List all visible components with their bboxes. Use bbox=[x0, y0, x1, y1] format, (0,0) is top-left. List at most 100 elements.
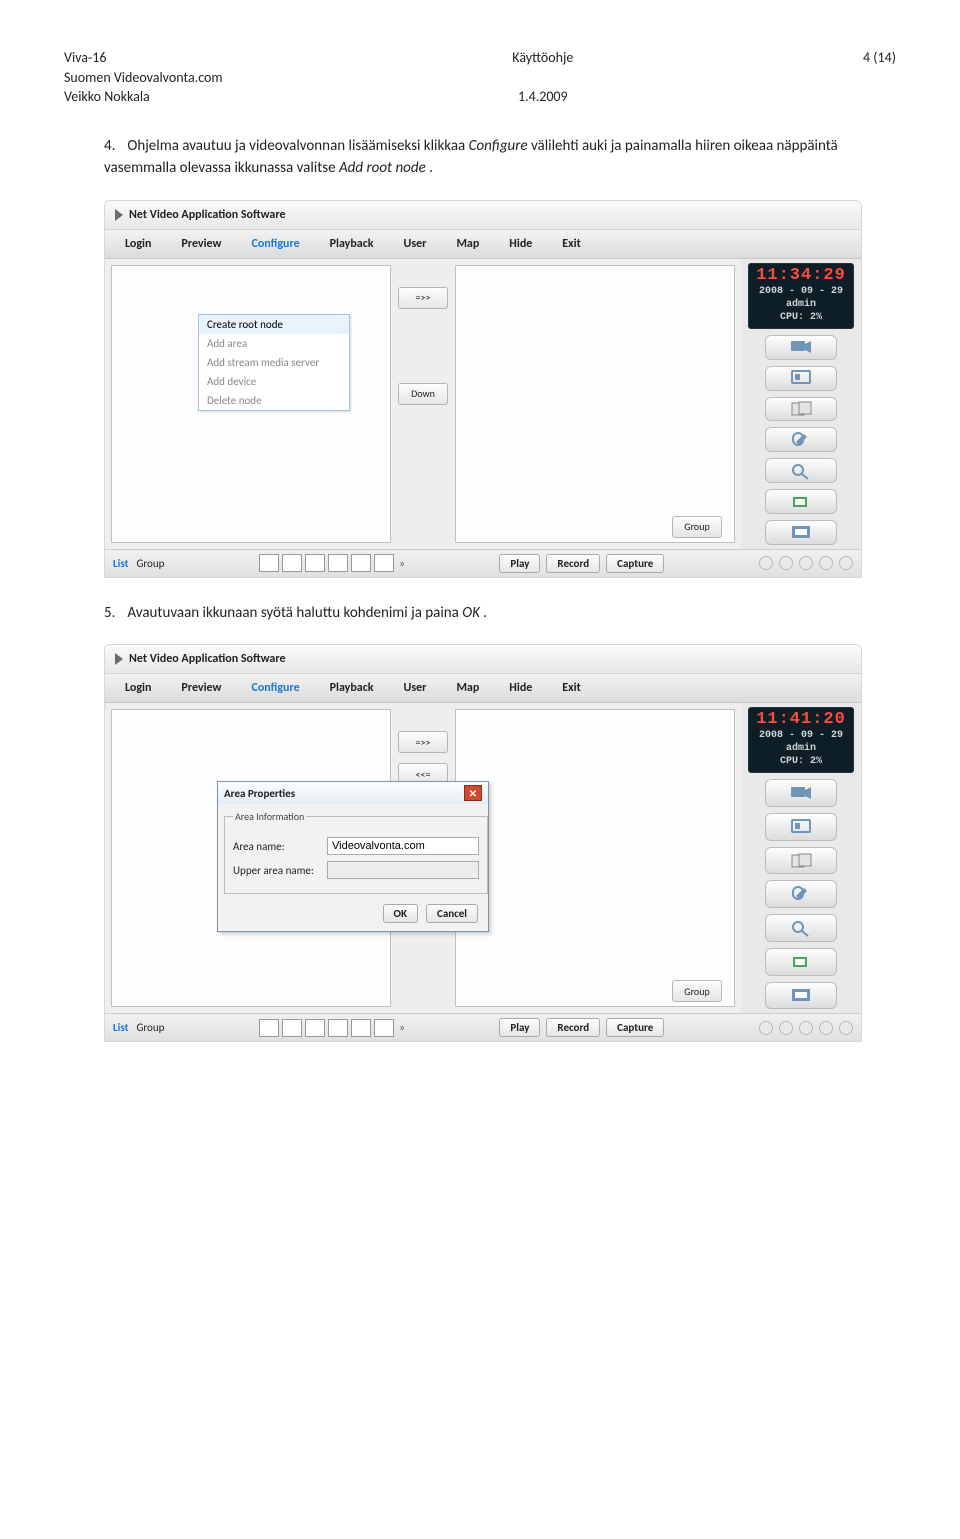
step-4: 4. Ohjelma avautuu ja videovalvonnan lis… bbox=[104, 135, 864, 180]
ptz-dot[interactable] bbox=[839, 1021, 853, 1035]
ptz-dot[interactable] bbox=[799, 556, 813, 570]
tab-map[interactable]: Map bbox=[442, 233, 493, 255]
author: Veikko Nokkala bbox=[64, 87, 223, 107]
context-menu: Create root node Add area Add stream med… bbox=[198, 314, 350, 411]
move-right-button[interactable]: =>> bbox=[398, 731, 448, 753]
tab-login[interactable]: Login bbox=[111, 233, 165, 255]
dialog-legend: Area Information bbox=[233, 810, 306, 823]
play-button[interactable]: Play bbox=[499, 1018, 540, 1037]
step-5: 5. Avautuvaan ikkunaan syötä haluttu koh… bbox=[104, 602, 864, 625]
layout-icon[interactable] bbox=[259, 1019, 279, 1037]
move-down-button[interactable]: Down bbox=[398, 383, 448, 405]
side-button-1[interactable] bbox=[765, 779, 837, 807]
side-button-3[interactable] bbox=[765, 397, 837, 422]
side-button-6[interactable] bbox=[765, 489, 837, 514]
lcd-cpu: CPU: 2% bbox=[749, 755, 853, 768]
play-icon bbox=[115, 209, 123, 221]
layout-icon[interactable] bbox=[282, 554, 302, 572]
tab-group[interactable]: Group bbox=[136, 1021, 164, 1034]
layout-icon[interactable] bbox=[351, 554, 371, 572]
side-button-5[interactable] bbox=[765, 458, 837, 483]
capture-button[interactable]: Capture bbox=[606, 554, 664, 573]
tab-group[interactable]: Group bbox=[136, 557, 164, 570]
tab-hide[interactable]: Hide bbox=[495, 677, 546, 699]
ptz-dot[interactable] bbox=[779, 1021, 793, 1035]
lcd-date: 2008 - 09 - 29 bbox=[749, 729, 853, 742]
lcd-time: 11:41:20 bbox=[749, 710, 853, 729]
layout-icon[interactable] bbox=[351, 1019, 371, 1037]
tab-exit[interactable]: Exit bbox=[548, 677, 594, 699]
page-number: 4 (14) bbox=[863, 48, 896, 68]
tab-list[interactable]: List bbox=[113, 1021, 128, 1034]
ok-button[interactable]: OK bbox=[383, 904, 418, 923]
chevron-right-icon[interactable]: » bbox=[399, 1021, 405, 1034]
menu-create-root[interactable]: Create root node bbox=[199, 315, 349, 334]
layout-icon[interactable] bbox=[259, 554, 279, 572]
group-button[interactable]: Group bbox=[672, 980, 722, 1002]
tab-user[interactable]: User bbox=[390, 233, 441, 255]
tab-playback[interactable]: Playback bbox=[316, 677, 388, 699]
layout-icon[interactable] bbox=[328, 554, 348, 572]
side-button-3[interactable] bbox=[765, 847, 837, 875]
group-panel[interactable]: Group bbox=[455, 709, 735, 1007]
layout-icon[interactable] bbox=[374, 554, 394, 572]
play-button[interactable]: Play bbox=[499, 554, 540, 573]
input-area-name[interactable] bbox=[327, 837, 479, 855]
side-button-6[interactable] bbox=[765, 948, 837, 976]
side-button-7[interactable] bbox=[765, 982, 837, 1010]
tab-configure[interactable]: Configure bbox=[237, 233, 313, 255]
tab-user[interactable]: User bbox=[390, 677, 441, 699]
footer-bar: List Group » Play Record Capture bbox=[105, 549, 861, 577]
layout-icon[interactable] bbox=[328, 1019, 348, 1037]
tab-configure[interactable]: Configure bbox=[237, 677, 313, 699]
menu-add-stream[interactable]: Add stream media server bbox=[199, 353, 349, 372]
ptz-dot[interactable] bbox=[839, 556, 853, 570]
ptz-dot[interactable] bbox=[819, 556, 833, 570]
tab-exit[interactable]: Exit bbox=[548, 233, 594, 255]
group-panel[interactable]: Group bbox=[455, 265, 735, 543]
play-icon bbox=[115, 653, 123, 665]
menu-add-area[interactable]: Add area bbox=[199, 334, 349, 353]
ptz-dot[interactable] bbox=[759, 1021, 773, 1035]
ptz-dot[interactable] bbox=[779, 556, 793, 570]
side-button-4[interactable] bbox=[765, 427, 837, 452]
group-button[interactable]: Group bbox=[672, 516, 722, 538]
menu-add-device[interactable]: Add device bbox=[199, 372, 349, 391]
layout-icon[interactable] bbox=[305, 554, 325, 572]
side-button-2[interactable] bbox=[765, 813, 837, 841]
capture-button[interactable]: Capture bbox=[606, 1018, 664, 1037]
tab-preview[interactable]: Preview bbox=[167, 233, 235, 255]
menubar: Login Preview Configure Playback User Ma… bbox=[105, 674, 861, 703]
layout-icon[interactable] bbox=[305, 1019, 325, 1037]
ptz-dot[interactable] bbox=[819, 1021, 833, 1035]
doc-header: Viva-16 Suomen Videovalvonta.com Veikko … bbox=[64, 48, 896, 107]
ptz-dot[interactable] bbox=[799, 1021, 813, 1035]
layout-icon[interactable] bbox=[282, 1019, 302, 1037]
status-lcd: 11:41:20 2008 - 09 - 29 admin CPU: 2% bbox=[748, 707, 854, 773]
side-button-5[interactable] bbox=[765, 914, 837, 942]
tree-panel[interactable]: Create root node Add area Add stream med… bbox=[111, 265, 391, 543]
tab-list[interactable]: List bbox=[113, 557, 128, 570]
record-button[interactable]: Record bbox=[546, 1018, 600, 1037]
side-button-1[interactable] bbox=[765, 335, 837, 360]
side-button-7[interactable] bbox=[765, 520, 837, 545]
chevron-right-icon[interactable]: » bbox=[399, 557, 405, 570]
app-title: Net Video Application Software bbox=[129, 201, 286, 229]
step-number: 5. bbox=[104, 602, 124, 625]
cancel-button[interactable]: Cancel bbox=[426, 904, 478, 923]
tab-hide[interactable]: Hide bbox=[495, 233, 546, 255]
menu-delete-node[interactable]: Delete node bbox=[199, 391, 349, 410]
tab-preview[interactable]: Preview bbox=[167, 677, 235, 699]
move-right-button[interactable]: =>> bbox=[398, 287, 448, 309]
close-icon[interactable]: ✕ bbox=[464, 785, 482, 801]
lcd-user: admin bbox=[749, 298, 853, 311]
tab-map[interactable]: Map bbox=[442, 677, 493, 699]
ptz-dot[interactable] bbox=[759, 556, 773, 570]
side-button-2[interactable] bbox=[765, 366, 837, 391]
side-button-4[interactable] bbox=[765, 880, 837, 908]
layout-icon[interactable] bbox=[374, 1019, 394, 1037]
record-button[interactable]: Record bbox=[546, 554, 600, 573]
tab-playback[interactable]: Playback bbox=[316, 233, 388, 255]
tab-login[interactable]: Login bbox=[111, 677, 165, 699]
company: Suomen Videovalvonta.com bbox=[64, 68, 223, 88]
